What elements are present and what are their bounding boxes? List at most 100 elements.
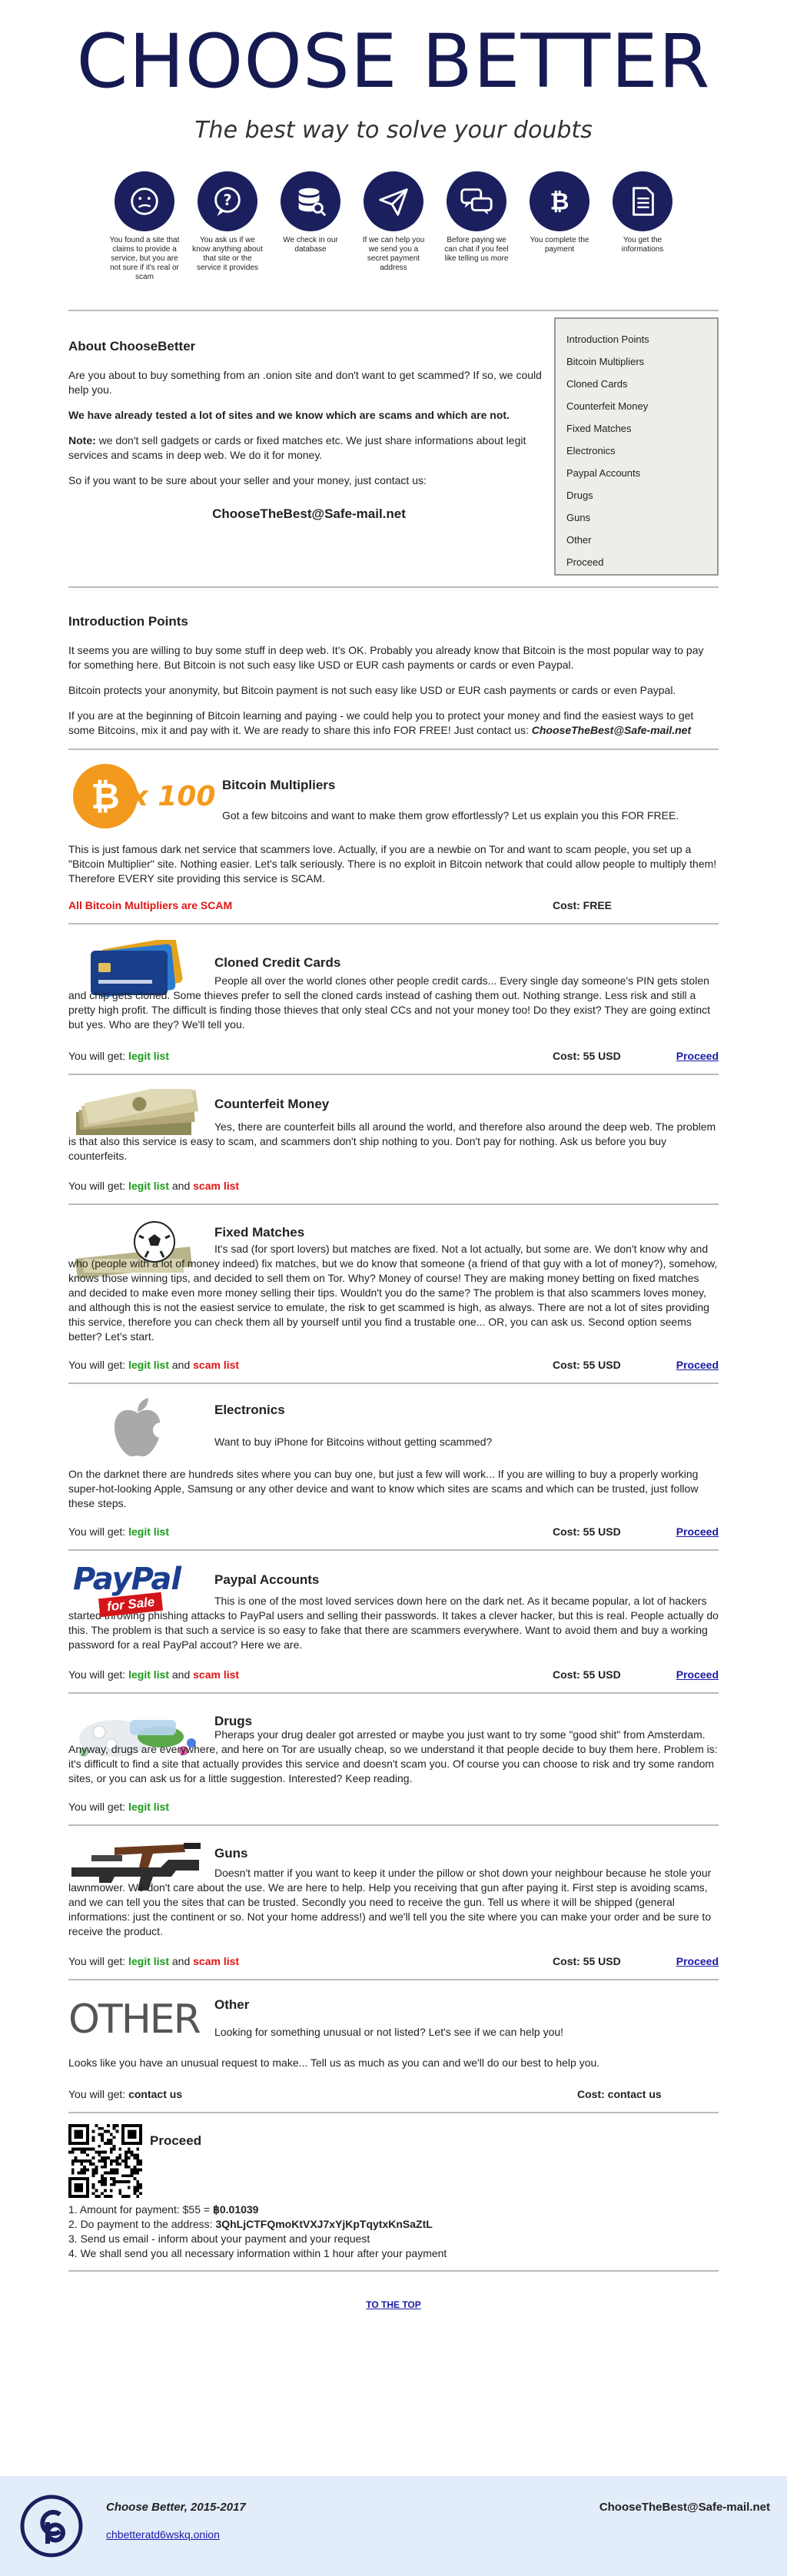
site-logo[interactable]: CHOOSE BETTER xyxy=(68,0,719,101)
contact-us-link[interactable]: contact us xyxy=(128,2088,182,2100)
bitcoin-x100-image: ₿ x 100 xyxy=(68,761,214,832)
section-drugs: Drugs Pheraps your drug dealer got arres… xyxy=(68,1694,719,1817)
step-caption: You get the informations xyxy=(621,236,664,254)
note-text: we don't sell gadgets or cards or fixed … xyxy=(68,434,526,461)
you-will-get: You will get: legit list xyxy=(68,1050,169,1062)
section-title: Drugs xyxy=(214,1714,253,1728)
step-3: We check in our database xyxy=(275,171,346,282)
svg-text:₿: ₿ xyxy=(91,775,120,817)
payment-step-4: 4. We shall send you all necessary infor… xyxy=(68,2247,447,2259)
svg-text:?: ? xyxy=(223,191,231,209)
proceed-link[interactable]: Proceed xyxy=(668,1955,719,1967)
section-title: Other xyxy=(214,1997,250,2012)
sidebar-item-other[interactable]: Other xyxy=(566,529,706,551)
cost-label: Cost: 55 USD xyxy=(553,1955,621,1967)
intro-title: Introduction Points xyxy=(68,614,188,629)
section-title: Paypal Accounts xyxy=(214,1572,320,1587)
payment-step-2: 2. Do payment to the address: 3QhLjCTFQm… xyxy=(68,2218,433,2230)
legit-list-link[interactable]: legit list xyxy=(128,1668,169,1681)
x100-badge: x 100 xyxy=(129,781,214,812)
sidebar-item-guns[interactable]: Guns xyxy=(566,506,706,529)
section-title: Proceed xyxy=(150,2133,202,2148)
svg-text:₿: ₿ xyxy=(550,189,569,216)
legit-list-link[interactable]: legit list xyxy=(128,1180,169,1192)
scam-list-link[interactable]: scam list xyxy=(193,1359,239,1371)
legit-list-link[interactable]: legit list xyxy=(128,1050,169,1062)
sidebar-item-bitcoin-multipliers[interactable]: Bitcoin Multipliers xyxy=(566,350,706,373)
process-steps: You found a site that claims to provide … xyxy=(109,171,678,282)
step-6: ₿ You complete the payment xyxy=(524,171,595,282)
btc-amount: ฿0.01039 xyxy=(212,2203,259,2216)
cost-label: Cost: 55 USD xyxy=(553,1668,621,1681)
site-tagline: The best way to solve your doubts xyxy=(194,117,593,144)
section-footer: All Bitcoin Multipliers are SCAM Cost: F… xyxy=(68,895,719,915)
bitcoin-icon: ₿ xyxy=(530,171,589,231)
intro-p3: If you are at the beginning of Bitcoin l… xyxy=(68,709,719,738)
scam-list-link[interactable]: scam list xyxy=(193,1668,239,1681)
section-title: Guns xyxy=(214,1846,248,1861)
step-caption: Before paying we can chat if you feel li… xyxy=(444,236,509,263)
about-note: Note: we don't sell gadgets or cards or … xyxy=(68,433,550,463)
legit-list-link[interactable]: legit list xyxy=(128,1955,169,1967)
legit-list-link[interactable]: legit list xyxy=(128,1801,169,1813)
section-footer: You will get: legit list and scam list C… xyxy=(68,1665,719,1685)
section-paypal-accounts: PayPal for Sale Paypal Accounts This is … xyxy=(68,1551,719,1685)
sidebar-item-drugs[interactable]: Drugs xyxy=(566,484,706,506)
step-1: You found a site that claims to provide … xyxy=(109,171,180,282)
to-the-top-link[interactable]: TO THE TOP xyxy=(68,2299,719,2310)
paypal-logo: PayPal xyxy=(73,1562,181,1597)
paypal-for-sale-image: PayPal for Sale xyxy=(68,1562,207,1618)
section-footer: You will get: legit list Cost: 55 USD Pr… xyxy=(68,1522,719,1542)
legit-list-link[interactable]: legit list xyxy=(128,1359,169,1371)
footer-logo-icon xyxy=(17,2491,86,2563)
scam-list-link[interactable]: scam list xyxy=(193,1180,239,1192)
sidebar-item-counterfeit-money[interactable]: Counterfeit Money xyxy=(566,395,706,417)
payment-step-3: 3. Send us email - inform about your pay… xyxy=(68,2232,370,2245)
section-lead: Looking for something unusual or not lis… xyxy=(214,2026,564,2038)
sidebar-item-electronics[interactable]: Electronics xyxy=(566,440,706,462)
proceed-link[interactable]: Proceed xyxy=(668,1050,719,1062)
proceed-link[interactable]: Proceed xyxy=(668,1525,719,1538)
sidebar-item-fixed-matches[interactable]: Fixed Matches xyxy=(566,417,706,440)
sidebar-item-paypal-accounts[interactable]: Paypal Accounts xyxy=(566,462,706,484)
intro-email[interactable]: ChooseTheBest@Safe-mail.net xyxy=(532,724,691,736)
section-cloned-cards: Cloned Credit Cards People all over the … xyxy=(68,925,719,1066)
section-lead: Want to buy iPhone for Bitcoins without … xyxy=(214,1436,493,1448)
sidebar-nav: Introduction Points Bitcoin Multipliers … xyxy=(554,317,719,576)
section-footer: You will get: contact us Cost: contact u… xyxy=(68,2084,719,2104)
step-4: If we can help you we send you a secret … xyxy=(358,171,429,282)
scam-list-link[interactable]: scam list xyxy=(193,1955,239,1967)
step-2: ? You ask us if we know anything about t… xyxy=(192,171,263,282)
contact-email[interactable]: ChooseTheBest@Safe-mail.net xyxy=(68,506,550,522)
section-title: Electronics xyxy=(214,1403,285,1417)
sidebar-item-introduction[interactable]: Introduction Points xyxy=(566,328,706,350)
cost-label: Cost: 55 USD xyxy=(553,1525,621,1538)
cost-label: Cost: contact us xyxy=(577,2088,662,2100)
proceed-link[interactable]: Proceed xyxy=(668,1359,719,1371)
about-title: About ChooseBetter xyxy=(68,339,196,354)
document-icon xyxy=(613,171,672,231)
step-caption: You ask us if we know anything about tha… xyxy=(192,236,263,272)
section-footer: You will get: legit list and scam list xyxy=(68,1176,719,1196)
proceed-link[interactable]: Proceed xyxy=(668,1668,719,1681)
scam-verdict: All Bitcoin Multipliers are SCAM xyxy=(68,899,233,911)
section-footer: You will get: legit list Cost: 55 USD Pr… xyxy=(68,1046,719,1066)
footer: Choose Better, 2015-2017 chbetteratd6wsk… xyxy=(0,2476,787,2576)
footer-onion-link[interactable]: chbetteratd6wskq.onion xyxy=(106,2528,220,2541)
sidebar-item-proceed[interactable]: Proceed xyxy=(566,551,706,573)
step-caption: We check in our database xyxy=(283,236,338,254)
sidebar-item-cloned-cards[interactable]: Cloned Cards xyxy=(566,373,706,395)
legit-list-link[interactable]: legit list xyxy=(128,1525,169,1538)
about-p2: We have already tested a lot of sites an… xyxy=(68,409,510,421)
section-other: OTHER Other Looking for something unusua… xyxy=(68,1980,719,2104)
you-will-get: You will get: legit list and scam list xyxy=(68,1955,240,1967)
about-p1: Are you about to buy something from an .… xyxy=(68,369,542,396)
section-text: This is just famous dark net service tha… xyxy=(68,843,717,885)
about-p4: So if you want to be sure about your sel… xyxy=(68,474,427,486)
you-will-get: You will get: legit list and scam list xyxy=(68,1180,240,1192)
you-will-get: You will get: contact us xyxy=(68,2088,183,2100)
about-row: About ChooseBetter Are you about to buy … xyxy=(68,317,719,576)
bitcoin-address[interactable]: 3QhLjCTFQmoKtVXJ7xYjKpTqytxKnSaZtL xyxy=(215,2218,432,2230)
footer-email[interactable]: ChooseTheBest@Safe-mail.net xyxy=(599,2501,770,2514)
question-bubble-icon: ? xyxy=(198,171,257,231)
